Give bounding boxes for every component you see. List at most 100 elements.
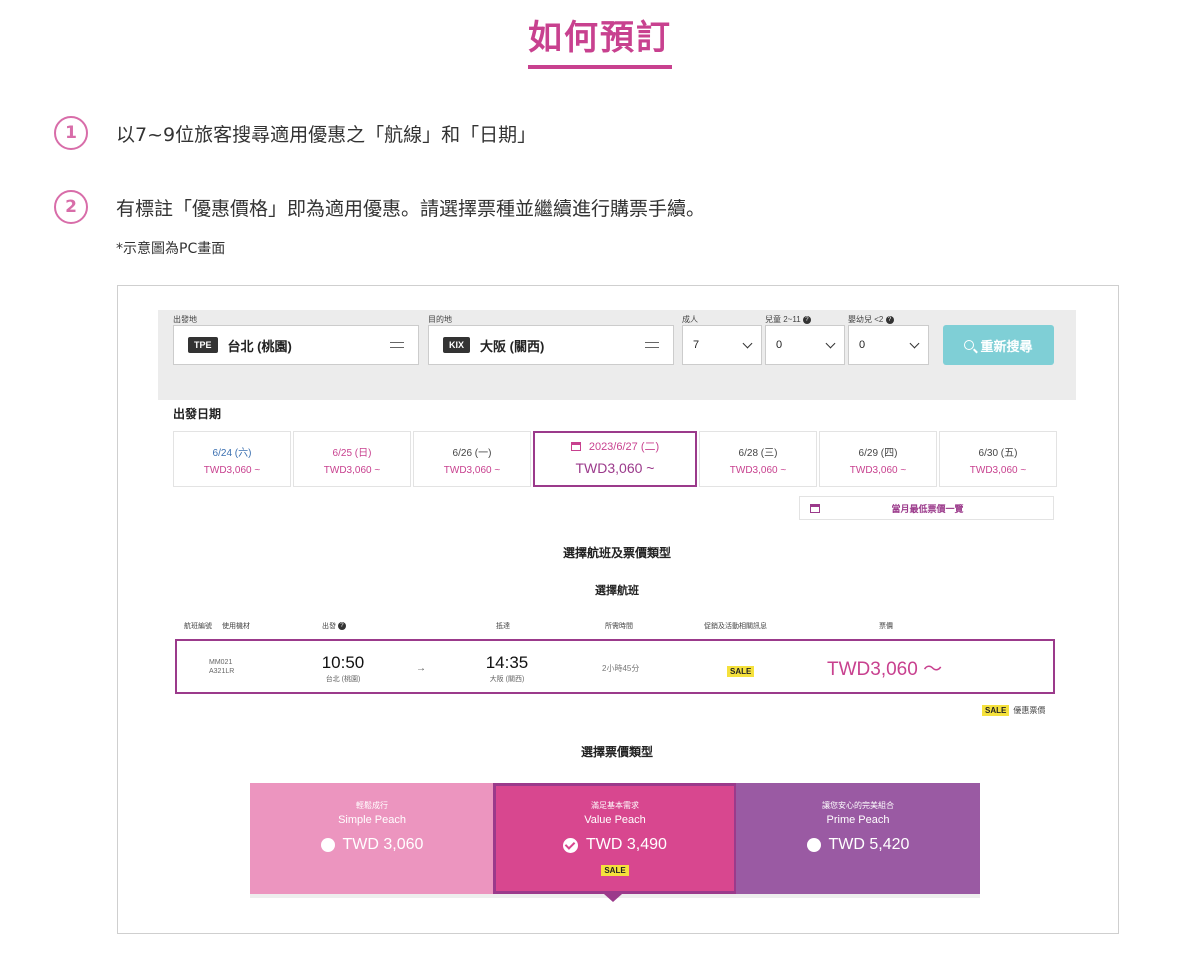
fare-price-line: TWD 3,490	[496, 836, 734, 854]
info-icon[interactable]: ?	[885, 315, 894, 324]
fare-name: Prime Peach	[826, 814, 890, 826]
date-price: TWD3,060 ~	[969, 465, 1027, 476]
date-tab[interactable]: 6/28 (三) TWD3,060 ~	[699, 431, 817, 487]
chevron-down-icon	[825, 338, 836, 348]
flight-number: MM021	[209, 659, 233, 666]
booking-screenshot: 出發地 TPE 台北 (桃園) 目的地 KIX 大阪 (關西) 成人 7 兒童 …	[158, 310, 1076, 910]
arrival-city: 大阪 (關西)	[489, 676, 525, 683]
date-price: TWD3,060 ~	[575, 460, 655, 476]
fare-price: TWD 3,490	[586, 836, 667, 853]
selected-date-line: 2023/6/27 (二)	[535, 438, 695, 454]
destination-label: 目的地	[428, 315, 452, 324]
date-tab[interactable]: 6/26 (一) TWD3,060 ~	[413, 431, 531, 487]
flight-duration: 2小時45分	[602, 664, 640, 673]
date-text: 6/26 (一)	[452, 448, 492, 459]
arrival-time: 14:35	[485, 653, 529, 672]
adult-label: 成人	[682, 315, 698, 324]
flight-row[interactable]: MM021 A321LR 10:50 台北 (桃園) → 14:35 大阪 (關…	[175, 639, 1055, 694]
destination-code: KIX	[443, 337, 471, 353]
menu-icon	[645, 338, 659, 352]
departure-time: 10:50	[321, 653, 365, 672]
date-price: TWD3,060 ~	[849, 465, 907, 476]
date-price: TWD3,060 ~	[729, 465, 787, 476]
fare-tagline: 輕鬆成行	[356, 801, 388, 810]
child-select[interactable]: 0	[765, 325, 845, 365]
fare-options: 輕鬆成行 Simple Peach TWD 3,060 滿足基本需求 Value…	[250, 783, 980, 894]
col-depart-wrap: 出發 ?	[322, 621, 346, 631]
departure-date-label: 出發日期	[173, 407, 222, 421]
col-fare: 票價	[879, 623, 893, 630]
radio-unchecked-icon[interactable]	[320, 838, 335, 852]
fare-sale-wrap: SALE	[496, 860, 734, 878]
date-tab-selected[interactable]: 2023/6/27 (二) TWD3,060 ~	[533, 431, 697, 487]
infant-label-wrap: 嬰幼兒 <2 ?	[848, 314, 894, 325]
origin-code: TPE	[188, 337, 218, 353]
date-price: TWD3,060 ~	[443, 465, 501, 476]
info-icon[interactable]: ?	[337, 622, 346, 631]
fare-sale-badge: SALE	[601, 865, 629, 876]
sale-badge: SALE	[727, 666, 755, 677]
fare-option-value[interactable]: 滿足基本需求 Value Peach TWD 3,490 SALE	[493, 783, 737, 894]
fare-price-line: TWD 3,060	[250, 836, 494, 854]
re-search-label: 重新搜尋	[980, 338, 1033, 354]
child-label: 兒童 2~11	[765, 315, 801, 324]
fare-tagline: 滿足基本需求	[591, 801, 639, 810]
date-text: 6/24 (六)	[212, 448, 252, 459]
select-fare-type-heading: 選擇票價類型	[580, 745, 653, 759]
date-text: 6/25 (日)	[332, 448, 372, 459]
col-duration: 所需時間	[605, 623, 633, 630]
monthly-lowest-fare-button[interactable]: 當月最低票價一覽	[799, 496, 1054, 520]
chevron-down-icon	[909, 338, 920, 348]
date-text: 6/29 (四)	[858, 448, 898, 459]
col-arrive: 抵達	[496, 623, 510, 630]
re-search-button[interactable]: 重新搜尋	[943, 325, 1054, 365]
fare-price: TWD 5,420	[828, 836, 910, 853]
sale-legend: SALE 優惠票價	[982, 705, 1045, 716]
date-tab[interactable]: 6/29 (四) TWD3,060 ~	[819, 431, 937, 487]
col-promo: 促銷及活動相關訊息	[704, 623, 767, 630]
arrow-right-icon: →	[416, 663, 426, 674]
step-number-1: 1	[54, 116, 88, 150]
info-icon[interactable]: ?	[802, 315, 811, 324]
adult-value: 7	[693, 339, 700, 351]
calendar-icon	[570, 441, 581, 451]
adult-select[interactable]: 7	[682, 325, 762, 365]
flight-price: TWD3,060 ～	[827, 659, 943, 680]
destination-field[interactable]: KIX 大阪 (關西)	[428, 325, 674, 365]
fare-option-simple[interactable]: 輕鬆成行 Simple Peach TWD 3,060	[250, 783, 494, 894]
fare-name: Simple Peach	[338, 814, 406, 826]
departure-time-block: 10:50 台北 (桃園)	[313, 653, 373, 684]
col-flight-no: 航班編號	[184, 623, 212, 630]
date-tab[interactable]: 6/24 (六) TWD3,060 ~	[173, 431, 291, 487]
legend-text: 優惠票價	[1013, 706, 1046, 715]
origin-name: 台北 (桃園)	[227, 338, 292, 354]
radio-unchecked-icon[interactable]	[806, 838, 821, 852]
fare-price: TWD 3,060	[342, 836, 424, 853]
date-tab[interactable]: 6/30 (五) TWD3,060 ~	[939, 431, 1057, 487]
origin-field[interactable]: TPE 台北 (桃園)	[173, 325, 419, 365]
fare-price-line: TWD 5,420	[736, 836, 980, 854]
col-depart: 出發	[322, 623, 336, 630]
infant-select[interactable]: 0	[848, 325, 929, 365]
date-text: 6/30 (五)	[978, 448, 1018, 459]
destination-name: 大阪 (關西)	[480, 338, 545, 354]
arrival-time-block: 14:35 大阪 (關西)	[477, 653, 537, 684]
infant-value: 0	[859, 339, 866, 351]
selected-fare-pointer	[604, 894, 622, 902]
fare-tagline: 讓您安心的完美組合	[822, 801, 894, 810]
col-aircraft: 使用機材	[222, 623, 250, 630]
pc-screen-note: *示意圖為PC畫面	[116, 241, 226, 257]
date-price: TWD3,060 ~	[323, 465, 381, 476]
check-circle-icon[interactable]	[563, 837, 579, 853]
step-2: 2 有標註「優惠價格」即為適用優惠。請選擇票種並繼續進行購票手續。	[54, 190, 705, 224]
step-1: 1 以7~9位旅客搜尋適用優惠之「航線」和「日期」	[54, 116, 536, 150]
page-title: 如何預訂	[528, 10, 672, 69]
legend-sale-badge: SALE	[982, 705, 1010, 716]
departure-city: 台北 (桃園)	[325, 676, 361, 683]
child-value: 0	[776, 339, 783, 351]
child-label-wrap: 兒童 2~11 ?	[765, 314, 811, 325]
infant-label: 嬰幼兒 <2	[848, 315, 884, 324]
date-tab[interactable]: 6/25 (日) TWD3,060 ~	[293, 431, 411, 487]
fare-option-prime[interactable]: 讓您安心的完美組合 Prime Peach TWD 5,420	[736, 783, 980, 894]
date-text: 6/28 (三)	[738, 448, 778, 459]
